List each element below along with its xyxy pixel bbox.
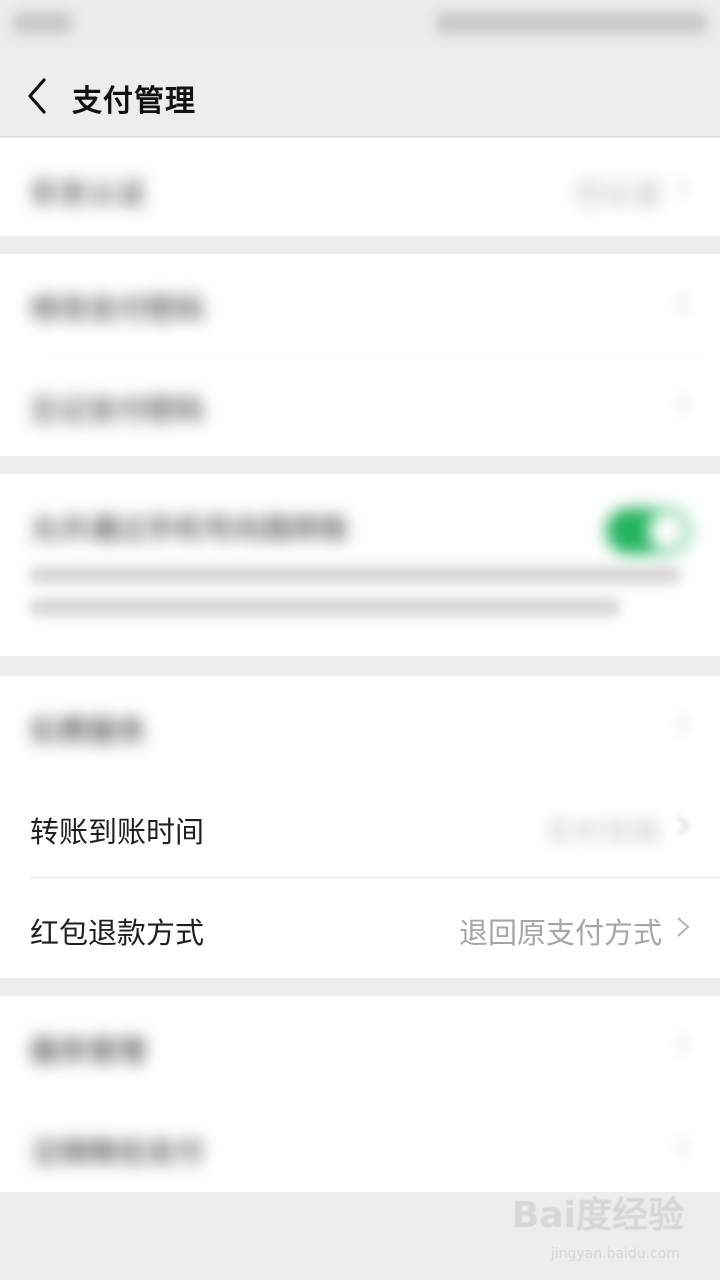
status-time	[14, 12, 72, 34]
status-bar	[0, 0, 720, 50]
watermark-url: jingyan.baidu.com	[550, 1246, 680, 1262]
chevron-right-icon	[677, 917, 690, 937]
back-chevron-icon[interactable]	[22, 76, 62, 116]
status-icons	[436, 12, 706, 34]
row-transfer-arrival-time[interactable]: 转账到账时间 实时到账	[0, 777, 720, 878]
navigation-bar: 支付管理	[0, 50, 720, 137]
row-identity[interactable]: 实名认证 已认证	[0, 138, 720, 239]
toggle-knob	[648, 512, 686, 550]
row-change-password[interactable]: 修改支付密码	[0, 254, 720, 355]
card-phone-transfer: 允许通过手机号向我转账	[0, 474, 720, 656]
row-cancel-wechat-pay[interactable]: 注销微信支付	[0, 1097, 720, 1198]
phone-transfer-toggle[interactable]	[606, 508, 690, 554]
row-phone-transfer: 允许通过手机号向我转账	[0, 474, 720, 656]
chevron-right-icon	[677, 177, 690, 197]
description-line	[30, 566, 680, 584]
card-transfer-settings: 扣费服务 转账到账时间 实时到账 红包退款方式 退回原支付方式	[0, 676, 720, 978]
description-line	[30, 598, 620, 616]
row-forgot-password[interactable]: 忘记支付密码	[0, 355, 720, 456]
row-deduction-service[interactable]: 扣费服务	[0, 676, 720, 777]
card-identity: 实名认证 已认证	[0, 138, 720, 236]
transfer-time-value: 实时到账	[545, 815, 662, 849]
page-title: 支付管理	[72, 84, 196, 119]
row-service-management[interactable]: 服务管理	[0, 996, 720, 1097]
chevron-right-icon	[677, 715, 690, 735]
chevron-right-icon	[677, 394, 690, 414]
watermark-logo: Bai度经验	[511, 1195, 684, 1236]
card-password: 修改支付密码 忘记支付密码	[0, 254, 720, 456]
chevron-right-icon	[677, 816, 690, 836]
card-service-management: 服务管理 注销微信支付	[0, 996, 720, 1192]
chevron-right-icon	[677, 293, 690, 313]
row-red-packet-refund[interactable]: 红包退款方式 退回原支付方式	[0, 878, 720, 979]
chevron-right-icon	[677, 1136, 690, 1156]
chevron-right-icon	[677, 1035, 690, 1055]
